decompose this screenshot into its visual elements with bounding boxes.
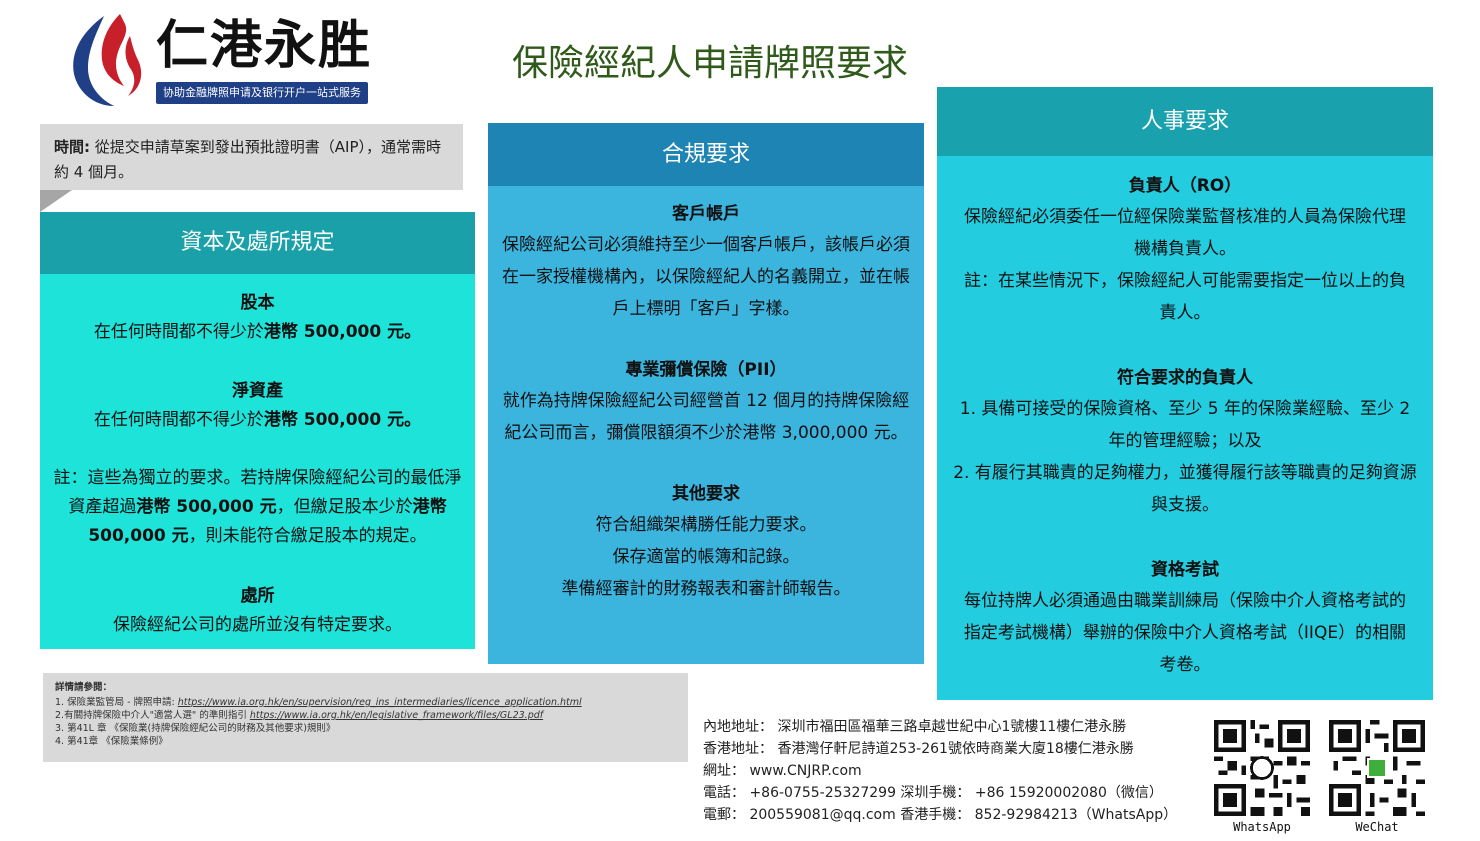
- reference-item: 3. 第41L 章 《保險業(持牌保險經紀公司的財務及其他要求)規則》: [55, 723, 336, 734]
- contact-info: 內地地址： 深圳市福田區福華三路卓越世紀中心1號樓11樓仁港永勝 香港地址： 香…: [703, 716, 1183, 826]
- pii-text: 就作為持牌保險經紀公司經營首 12 個月的持牌保險經紀公司而言，彌償限額須不少於…: [502, 391, 910, 443]
- other-item: 準備經審計的財務報表和審計師報告。: [561, 579, 851, 599]
- other-item: 保存適當的帳簿和記錄。: [612, 547, 800, 567]
- premises-title: 處所: [240, 586, 275, 606]
- whatsapp-label: WhatsApp: [1233, 820, 1291, 834]
- net-assets-amount: 港幣 500,000 元: [263, 410, 405, 430]
- share-capital-post: 。: [404, 322, 422, 342]
- qualified-ro-title: 符合要求的負責人: [1117, 368, 1253, 388]
- brand-tagline: 协助金融牌照申请及银行开户一站式服务: [156, 82, 368, 104]
- pii-title: 專業彌償保險（PII）: [625, 360, 787, 380]
- other-requirements-title: 其他要求: [672, 484, 740, 504]
- ro-title: 負責人（RO）: [1128, 176, 1242, 196]
- client-account-title: 客戶帳戶: [672, 204, 740, 224]
- wechat-label: WeChat: [1355, 820, 1399, 834]
- net-assets-text: 在任何時間都不得少於港幣 500,000 元。: [48, 406, 467, 434]
- reference-link[interactable]: https://www.ia.org.hk/en/legislative_fra…: [250, 710, 543, 721]
- share-capital-title: 股本: [240, 293, 275, 313]
- references-title: 詳情請參閱：: [55, 682, 113, 693]
- share-capital-text: 在任何時間都不得少於港幣 500,000 元。: [48, 318, 467, 346]
- ro-note: 註：在某些情況下，保險經紀人可能需要指定一位以上的負責人。: [964, 271, 1406, 323]
- references-box: 詳情請參閱： 1. 保險業監管局 - 牌照申請: https://www.ia.…: [43, 673, 688, 762]
- reference-link[interactable]: https://www.ia.org.hk/en/supervision/reg…: [178, 697, 582, 708]
- page-title: 保險經紀人申請牌照要求: [511, 43, 908, 84]
- compliance-panel: 合規要求 客戶帳戶 保險經紀公司必須維持至少一個客戶帳戶，該帳戶必須在一家授權機…: [488, 123, 924, 664]
- net-assets-pre: 在任何時間都不得少於: [93, 410, 264, 430]
- note-amount-1: 港幣 500,000 元: [136, 497, 277, 517]
- net-assets-post: 。: [404, 410, 422, 430]
- callout-tail: [40, 190, 72, 212]
- wechat-qr-block: WeChat: [1329, 720, 1425, 834]
- capital-premises-panel: 資本及處所規定 股本 在任何時間都不得少於港幣 500,000 元。 淨資產 在…: [40, 212, 475, 649]
- personnel-panel: 人事要求 負責人（RO） 保險經紀必須委任一位經保險業監督核准的人員為保險代理機…: [937, 87, 1433, 700]
- email-line: 電郵： 200559081@qq.com 香港手機： 852-92984213（…: [703, 807, 1178, 823]
- timing-callout: 時間: 從提交申請草案到發出預批證明書（AIP），通常需時約 4 個月。: [40, 124, 463, 190]
- qualified-ro-item-2: 2. 有履行其職責的足夠權力，並獲得履行該等職責的足夠資源與支援。: [953, 463, 1417, 515]
- note-part-3: ，則未能符合繳足股本的規定。: [188, 526, 427, 546]
- ro-text: 保險經紀必須委任一位經保險業監督核准的人員為保險代理機構負責人。: [964, 207, 1406, 259]
- logo-flame-icon: [73, 14, 142, 106]
- company-logo: 仁港永胜 协助金融牌照申请及银行开户一站式服务: [64, 10, 374, 110]
- personnel-heading: 人事要求: [937, 87, 1433, 156]
- premises-text: 保險經紀公司的處所並沒有特定要求。: [113, 615, 402, 635]
- phone-line: 電話： +86-0755-25327299 深圳手機： +86 15920002…: [703, 785, 1163, 801]
- whatsapp-qr-block: WhatsApp: [1214, 720, 1310, 834]
- reference-prefix: 2.有關持牌保險中介人"適當人選" 的準則指引: [55, 710, 250, 721]
- net-assets-title: 淨資產: [232, 381, 283, 401]
- capital-heading: 資本及處所規定: [40, 212, 475, 274]
- share-capital-pre: 在任何時間都不得少於: [93, 322, 264, 342]
- whatsapp-qr-icon: [1214, 720, 1310, 816]
- reference-item: 1. 保險業監管局 - 牌照申請: https://www.ia.org.hk/…: [55, 696, 676, 709]
- website[interactable]: 網址： www.CNJRP.com: [703, 760, 1183, 782]
- exam-text: 每位持牌人必須通過由職業訓練局（保險中介人資格考試的指定考試機構）舉辦的保險中介…: [963, 591, 1407, 675]
- client-account-text: 保險經紀公司必須維持至少一個客戶帳戶，該帳戶必須在一家授權機構內，以保險經紀人的…: [502, 235, 910, 319]
- compliance-heading: 合規要求: [488, 123, 924, 186]
- mainland-address: 內地地址： 深圳市福田區福華三路卓越世紀中心1號樓11樓仁港永勝: [703, 719, 1127, 735]
- reference-prefix: 1. 保險業監管局 - 牌照申請:: [55, 697, 178, 708]
- qualified-ro-item-1: 1. 具備可接受的保險資格、至少 5 年的保險業經驗、至少 2 年的管理經驗；以…: [959, 399, 1411, 451]
- exam-title: 資格考試: [1151, 560, 1219, 580]
- reference-item: 4. 第41章 《保險業條例》: [55, 736, 168, 747]
- timing-text: 從提交申請草案到發出預批證明書（AIP），通常需時約 4 個月。: [54, 138, 442, 181]
- timing-label: 時間:: [54, 138, 90, 156]
- wechat-qr-icon: [1329, 720, 1425, 816]
- hk-address: 香港地址： 香港灣仔軒尼詩道253-261號依時商業大廈18樓仁港永勝: [703, 741, 1134, 757]
- reference-item: 2.有關持牌保險中介人"適當人選" 的準則指引 https://www.ia.o…: [55, 709, 676, 722]
- capital-note: 註：這些為獨立的要求。若持牌保險經紀公司的最低淨資產超過港幣 500,000 元…: [48, 464, 467, 551]
- share-capital-amount: 港幣 500,000 元: [263, 322, 405, 342]
- note-part-2: ，但繳足股本少於: [276, 497, 413, 517]
- other-item: 符合組織架構勝任能力要求。: [595, 515, 817, 535]
- brand-name: 仁港永胜: [156, 16, 373, 76]
